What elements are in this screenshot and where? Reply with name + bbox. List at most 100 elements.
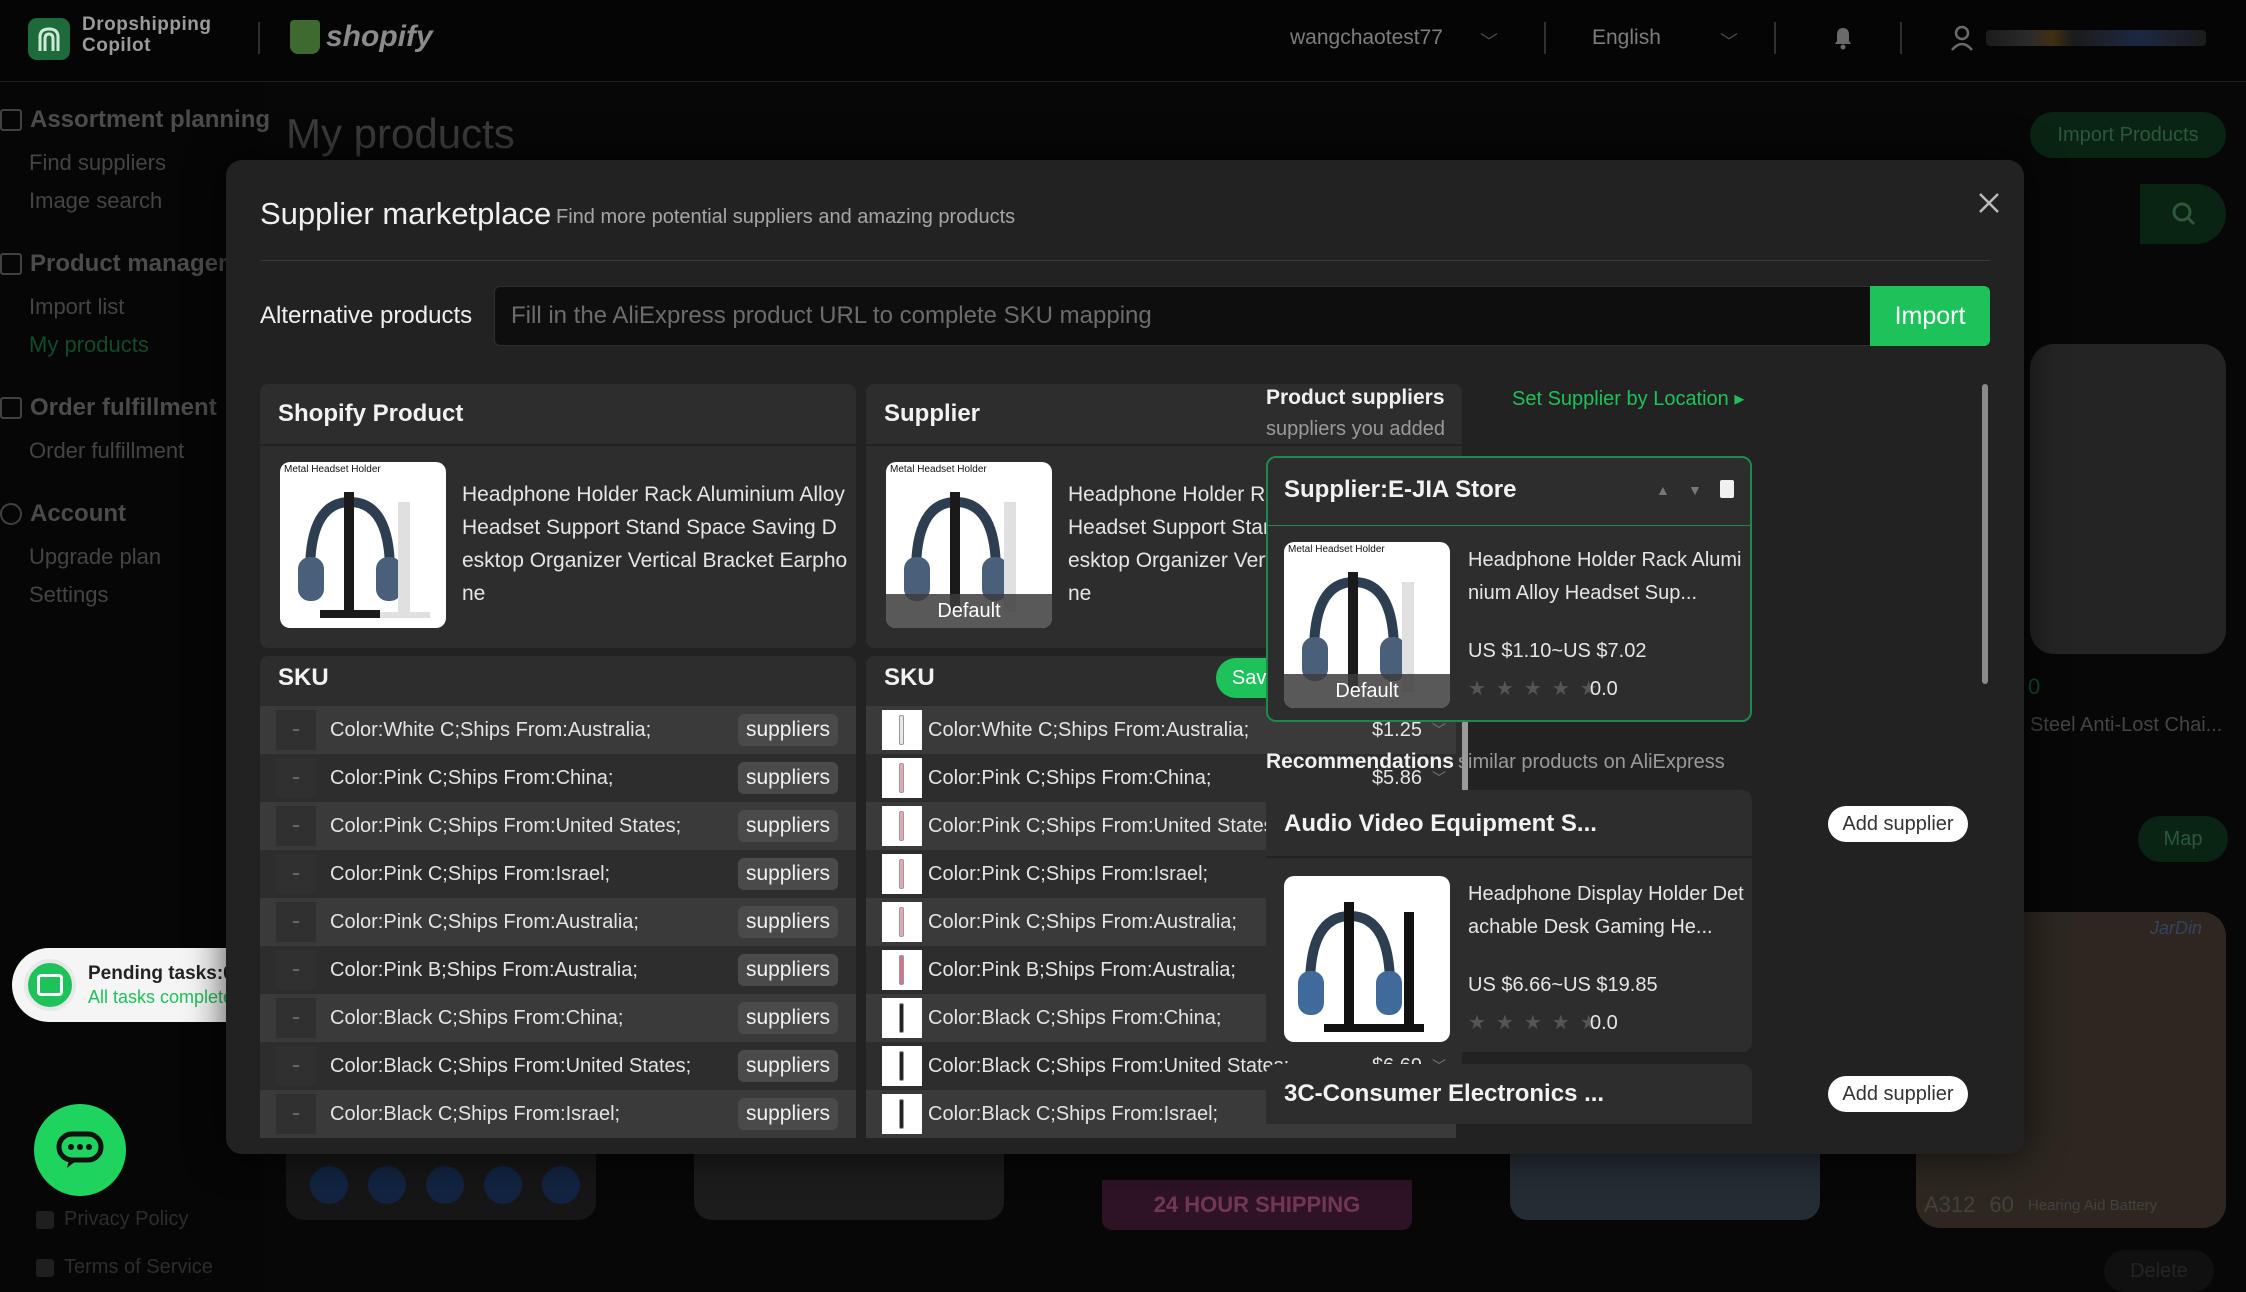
added-supplier-rating: 0.0 — [1590, 678, 1618, 700]
supplier-product-image: Metal Headset Holder Default — [886, 462, 1052, 628]
chat-button[interactable] — [34, 1104, 126, 1196]
suppliers-button[interactable]: suppliers — [737, 1002, 838, 1034]
recommendation-store-name: 3C-Consumer Electronics ... — [1284, 1080, 1605, 1107]
sku-variant: Color:Black C;Ships From:United States; — [330, 1054, 692, 1077]
shopify-product-name: Headphone Holder Rack Aluminium Alloy He… — [462, 483, 848, 605]
pending-tasks-title: Pending tasks:0 › — [88, 962, 245, 984]
suppliers-button[interactable]: suppliers — [737, 858, 838, 890]
sku-thumbnail — [276, 998, 316, 1038]
modal-title: Supplier marketplace — [260, 196, 552, 231]
add-supplier-button[interactable]: Add supplier — [1828, 1076, 1968, 1112]
default-tag: Default — [886, 594, 1052, 628]
product-suppliers-subtitle: suppliers you added — [1266, 418, 1446, 440]
aliexpress-url-input[interactable] — [494, 286, 1898, 346]
added-supplier-price: US $1.10~US $7.02 — [1468, 640, 1647, 662]
brand-name: Dropshipping Copilot — [82, 14, 211, 56]
suppliers-button[interactable]: suppliers — [737, 762, 838, 794]
recommendations-subtitle: similar products on AliExpress — [1458, 751, 1725, 773]
move-up-icon[interactable]: ▲ — [1656, 482, 1670, 498]
table-row: Color:Black C;Ships From:Israel; supplier… — [260, 1090, 856, 1138]
shopify-product-header: Shopify Product — [278, 400, 464, 427]
alternative-products-label: Alternative products — [260, 302, 473, 329]
sku-thumbnail — [276, 1094, 316, 1134]
recommendation-rating: 0.0 — [1590, 1012, 1618, 1034]
sku-thumbnail — [276, 950, 316, 990]
suppliers-button[interactable]: suppliers — [737, 1050, 838, 1082]
table-row: Color:Pink C;Ships From:Israel; suppliers — [260, 850, 856, 898]
table-row: Color:White C;Ships From:Australia; suppl… — [260, 706, 856, 754]
sku-thumbnail — [276, 1046, 316, 1086]
sku-thumbnail — [276, 902, 316, 942]
table-row: Color:Pink C;Ships From:Australia; suppli… — [260, 898, 856, 946]
suppliers-button[interactable]: suppliers — [737, 1098, 838, 1130]
recommendation-product-image — [1284, 876, 1450, 1042]
suppliers-button[interactable]: suppliers — [737, 810, 838, 842]
add-supplier-button[interactable]: Add supplier — [1828, 806, 1968, 842]
table-row: Color:Black C;Ships From:United States; s… — [260, 1042, 856, 1090]
sku-thumbnail — [276, 710, 316, 750]
top-bar: Dropshipping Copilot shopify wangchaotes… — [0, 0, 2246, 82]
recommendation-store-name: Audio Video Equipment S... — [1284, 810, 1597, 837]
calendar-icon — [24, 959, 76, 1011]
table-row: Color:Pink C;Ships From:United States; su… — [260, 802, 856, 850]
divider — [1774, 22, 1776, 54]
recommendations-title: Recommendations — [1266, 750, 1454, 773]
platform-name: shopify — [326, 20, 433, 53]
shopify-bag-icon — [290, 20, 320, 54]
app-logo-icon — [28, 18, 70, 60]
side-scrollbar[interactable] — [1982, 384, 1988, 684]
language-dropdown[interactable]: English — [1592, 26, 1661, 50]
username-dropdown[interactable]: wangchaotest77 — [1290, 26, 1443, 50]
import-button[interactable]: Import — [1870, 286, 1990, 346]
brand-line-2: Copilot — [82, 35, 151, 56]
sku-thumbnail — [882, 758, 922, 798]
sku-thumbnail — [882, 1094, 922, 1134]
sku-thumbnail — [882, 854, 922, 894]
sku-thumbnail — [276, 758, 316, 798]
chevron-down-icon[interactable]: ﹀ — [1480, 28, 1498, 54]
divider — [260, 444, 856, 446]
supplier-sku-header: SKU — [884, 664, 935, 691]
chevron-down-icon[interactable]: ﹀ — [1422, 720, 1456, 740]
sku-variant: Color:Pink C;Ships From:United States; — [330, 814, 682, 837]
sku-thumbnail — [276, 806, 316, 846]
divider — [258, 22, 260, 54]
table-row: Color:Black C;Ships From:China; suppliers — [260, 994, 856, 1042]
sku-thumbnail — [276, 854, 316, 894]
table-row: Color:Pink C;Ships From:China; suppliers — [260, 754, 856, 802]
modal-subtitle: Find more potential suppliers and amazin… — [556, 206, 1016, 228]
rating-stars: ★★★★★ — [1468, 1012, 1608, 1034]
bell-icon[interactable] — [1832, 24, 1854, 50]
close-icon[interactable] — [1974, 188, 2004, 218]
sku-thumbnail — [882, 710, 922, 750]
sku-variant: Color:Pink C;Ships From:Israel; — [330, 862, 611, 885]
modal-content: Supplier marketplace Find more potential… — [226, 160, 2024, 1154]
divider — [1900, 22, 1902, 54]
default-tag: Default — [1284, 674, 1450, 708]
pending-tasks-status: All tasks completed — [88, 986, 244, 1007]
suppliers-button[interactable]: suppliers — [737, 906, 838, 938]
sku-thumbnail — [882, 950, 922, 990]
divider — [1544, 22, 1546, 54]
user-icon[interactable] — [1950, 24, 1976, 52]
trash-icon[interactable] — [1720, 480, 1734, 498]
table-row: Color:Pink B;Ships From:Australia; suppli… — [260, 946, 856, 994]
chat-icon — [56, 1131, 104, 1168]
suppliers-button[interactable]: suppliers — [737, 954, 838, 986]
move-down-icon[interactable]: ▼ — [1688, 482, 1702, 498]
divider — [260, 260, 1990, 261]
brand-line-1: Dropshipping — [82, 14, 212, 35]
sku-variant: Color:Black C;Ships From:Israel; — [330, 1102, 621, 1125]
added-supplier-product-name: Headphone Holder Rack Aluminium Alloy He… — [1468, 549, 1742, 604]
product-suppliers-title: Product suppliers — [1266, 386, 1445, 409]
sku-thumbnail — [882, 1046, 922, 1086]
chevron-down-icon[interactable]: ﹀ — [1720, 28, 1738, 54]
suppliers-button[interactable]: suppliers — [737, 714, 838, 746]
shopify-sku-header: SKU — [278, 664, 329, 691]
sku-variant: Color:White C;Ships From:Australia; — [330, 718, 652, 741]
sku-thumbnail — [882, 902, 922, 942]
recommendation-price: US $6.66~US $19.85 — [1468, 974, 1658, 996]
rating-stars: ★★★★★ — [1468, 678, 1608, 700]
set-supplier-by-location-link[interactable]: Set Supplier by Location ▸ — [1512, 386, 1744, 411]
sku-variant: Color:Black C;Ships From:China; — [330, 1006, 624, 1029]
